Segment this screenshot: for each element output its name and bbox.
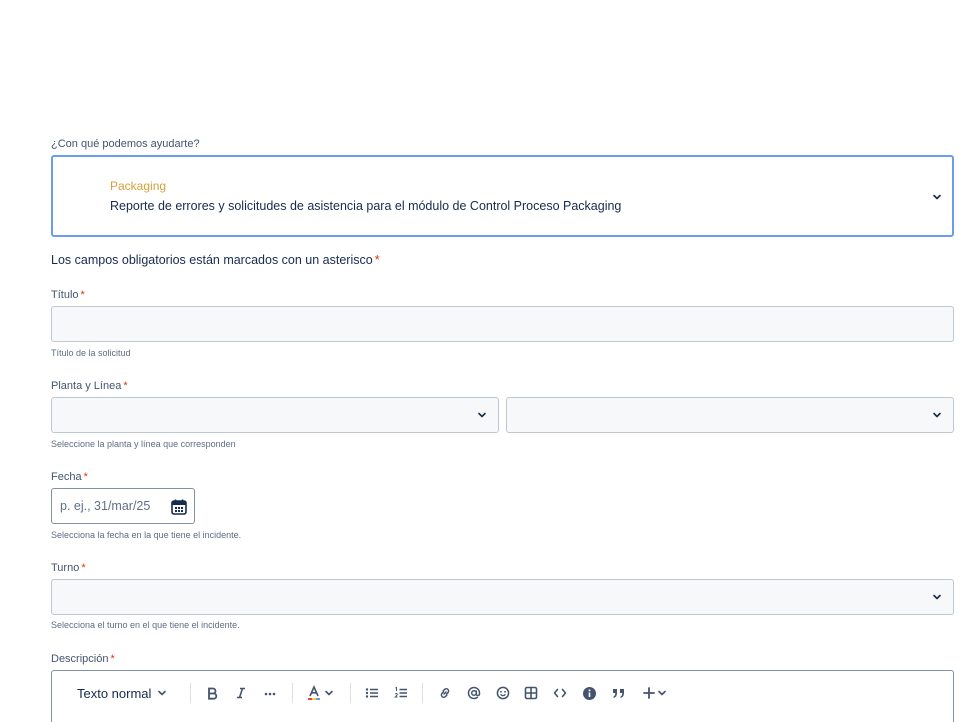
descripcion-editor[interactable]: Texto normal (51, 670, 954, 722)
turno-helper: Selecciona el turno en el que tiene el i… (51, 620, 240, 630)
fecha-date-picker[interactable]: p. ej., 31/mar/25 (51, 488, 195, 524)
text-style-label: Texto normal (77, 685, 152, 701)
mention-button[interactable] (464, 683, 484, 703)
emoji-button[interactable] (493, 683, 513, 703)
numbered-list-icon (394, 686, 407, 698)
planta-select[interactable] (51, 397, 499, 433)
chevron-down-icon (478, 412, 486, 418)
required-asterisk: * (374, 253, 380, 267)
descripcion-label: Descripción * (51, 653, 115, 665)
chevron-down-icon (325, 690, 333, 696)
code-icon (553, 688, 567, 698)
chevron-down-icon (933, 194, 941, 200)
required-asterisk: * (81, 562, 86, 574)
code-button[interactable] (550, 683, 570, 703)
italic-icon (237, 687, 245, 699)
table-button[interactable] (521, 683, 541, 703)
italic-button[interactable] (231, 683, 251, 703)
planta-linea-label-text: Planta y Línea (51, 380, 122, 392)
fecha-label-text: Fecha (51, 471, 82, 483)
help-question-label: ¿Con qué podemos ayudarte? (51, 138, 200, 150)
info-panel-button[interactable] (579, 683, 599, 703)
bullet-list-icon (365, 688, 378, 698)
bold-button[interactable] (202, 683, 222, 703)
text-style-dropdown[interactable]: Texto normal (77, 683, 177, 703)
toolbar-divider (292, 683, 293, 703)
bold-icon (208, 687, 218, 700)
info-icon (582, 686, 596, 700)
fecha-helper: Selecciona la fecha en la que tiene el i… (51, 530, 242, 540)
toolbar-divider (350, 683, 351, 703)
insert-button[interactable] (640, 683, 668, 703)
calendar-icon[interactable] (170, 498, 188, 516)
chevron-down-icon (158, 690, 167, 696)
request-type-select[interactable]: Packaging Reporte de errores y solicitud… (51, 155, 954, 237)
toolbar-divider (422, 683, 423, 703)
text-color-icon (308, 685, 320, 700)
required-asterisk: * (80, 289, 85, 301)
titulo-label-text: Título (51, 289, 79, 301)
required-fields-note: Los campos obligatorios están marcados c… (51, 253, 380, 267)
titulo-helper: Título de la solicitud (51, 348, 131, 358)
more-formatting-button[interactable] (260, 683, 280, 703)
turno-label: Turno * (51, 562, 86, 574)
fecha-placeholder: p. ej., 31/mar/25 (60, 499, 151, 513)
planta-linea-label: Planta y Línea * (51, 380, 128, 392)
quote-icon (613, 689, 624, 698)
request-form-page: ¿Con qué podemos ayudarte? Packaging Rep… (0, 0, 973, 722)
bullet-list-button[interactable] (362, 683, 382, 703)
required-asterisk: * (123, 380, 128, 392)
required-asterisk: * (110, 653, 115, 665)
quote-button[interactable] (608, 683, 630, 703)
fecha-label: Fecha * (51, 471, 88, 483)
toolbar-divider (190, 683, 191, 703)
more-formatting-icon (264, 692, 276, 696)
link-button[interactable] (435, 683, 455, 703)
titulo-input[interactable] (51, 306, 954, 342)
linea-select[interactable] (506, 397, 954, 433)
chevron-down-icon (657, 690, 666, 696)
text-color-button[interactable] (304, 683, 336, 703)
request-type-description: Reporte de errores y solicitudes de asis… (110, 199, 622, 213)
turno-select[interactable] (51, 579, 954, 615)
numbered-list-button[interactable] (391, 683, 411, 703)
table-icon (524, 686, 538, 700)
turno-label-text: Turno (51, 562, 80, 574)
insert-icon (642, 687, 655, 699)
editor-toolbar: Texto normal (52, 671, 953, 715)
required-asterisk: * (83, 471, 88, 483)
required-note-text: Los campos obligatorios están marcados c… (51, 253, 373, 267)
chevron-down-icon (933, 594, 941, 600)
link-icon (440, 688, 450, 698)
descripcion-label-text: Descripción (51, 653, 109, 665)
titulo-label: Título * (51, 289, 85, 301)
planta-linea-helper: Seleccione la planta y línea que corresp… (51, 439, 236, 449)
emoji-icon (496, 686, 510, 700)
request-type-name: Packaging (110, 179, 167, 193)
mention-icon (467, 686, 481, 700)
chevron-down-icon (933, 412, 941, 418)
